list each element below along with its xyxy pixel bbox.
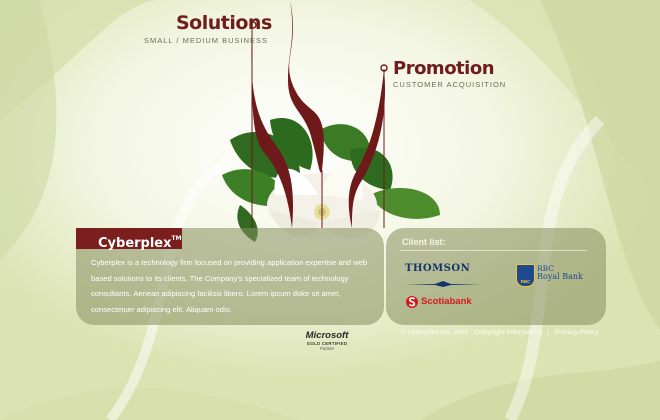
rbc-name-line2: Royal Bank [537,272,583,281]
client-list-heading: Client list: [402,237,446,247]
brand-title: CyberplexTM [76,228,182,251]
thomson-logo[interactable]: THOMSON [405,263,485,287]
nav-promotion-link[interactable]: Promotion [393,58,495,79]
footer-separator: | [547,329,549,336]
nav-solutions-link[interactable]: Solutions [176,12,272,34]
magnolia-illustration [222,0,440,242]
scotiabank-logo[interactable]: Scotiabank [406,294,486,310]
rbc-shield-icon: RBC [516,264,535,287]
thomson-underline-icon [405,281,481,287]
trademark-mark: TM [171,235,182,242]
copyright-info-link[interactable]: Copyright Information [474,329,542,336]
thomson-wordmark: THOMSON [405,263,471,274]
rbc-logo[interactable]: RBC RBC Royal Bank [516,264,588,290]
microsoft-partner-badge: Microsoft GOLD CERTIFIED Partner [302,330,352,351]
scotiabank-s-icon [406,296,418,308]
rbc-shield-label: RBC [520,279,531,284]
client-list-divider [400,250,587,251]
footer: © Cyberplex Inc. 2007 Copyright Informat… [401,329,599,336]
microsoft-wordmark: Microsoft [305,330,349,341]
intro-text: Cyberplex is a technology firm focused o… [91,258,368,314]
privacy-policy-link[interactable]: Privacy Policy [555,329,599,336]
copyright-text: © Cyberplex Inc. 2007 [401,329,469,336]
scotiabank-wordmark: Scotiabank [421,296,472,307]
brand-name: Cyberplex [98,236,172,251]
partner-role: Partner [319,346,335,351]
nav-promotion-subtitle: CUSTOMER ACQUISITION [393,80,507,89]
nav-solutions-subtitle: SMALL / MEDIUM BUSINESS [144,36,268,45]
